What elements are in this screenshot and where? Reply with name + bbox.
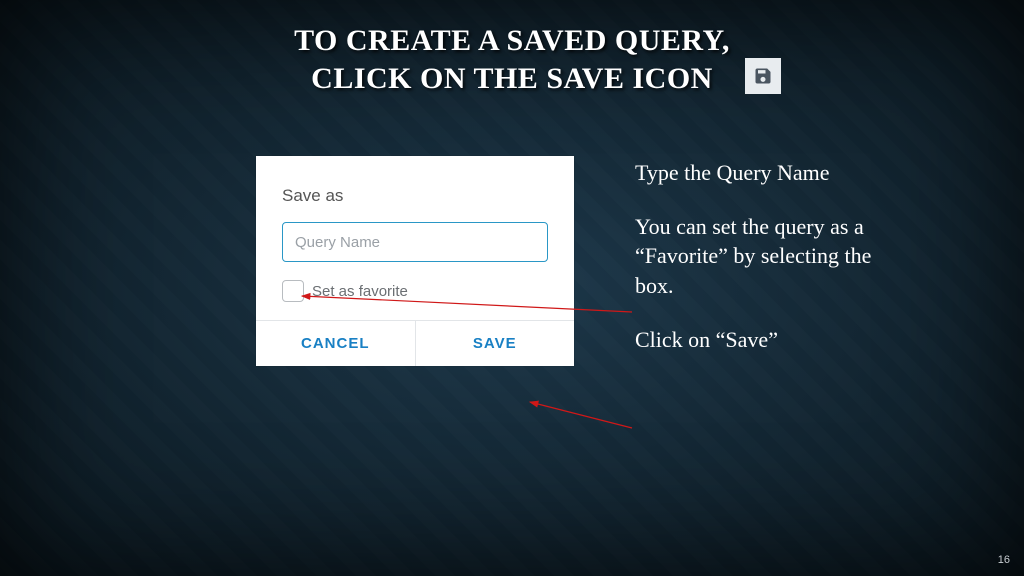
instruction-line-3: Click on “Save” xyxy=(635,325,875,355)
instruction-line-2: You can set the query as a “Favorite” by… xyxy=(635,212,875,301)
title-line-1: TO CREATE A SAVED QUERY, xyxy=(0,22,1024,60)
slide: TO CREATE A SAVED QUERY, CLICK ON THE SA… xyxy=(0,0,1024,576)
dialog-actions: CANCEL SAVE xyxy=(256,320,574,366)
instruction-text: Type the Query Name You can set the quer… xyxy=(635,158,875,378)
title-line-2: CLICK ON THE SAVE ICON xyxy=(0,60,1024,98)
page-number: 16 xyxy=(998,554,1010,566)
favorite-label: Set as favorite xyxy=(312,283,408,300)
arrow-to-save-icon xyxy=(530,402,632,428)
save-as-dialog: Save as Set as favorite CANCEL SAVE xyxy=(256,156,574,366)
favorite-row: Set as favorite xyxy=(282,280,548,302)
save-button[interactable]: SAVE xyxy=(415,321,575,366)
save-icon xyxy=(745,58,781,94)
cancel-button[interactable]: CANCEL xyxy=(256,321,415,366)
floppy-disk-icon xyxy=(753,66,773,86)
favorite-checkbox[interactable] xyxy=(282,280,304,302)
query-name-input[interactable] xyxy=(282,222,548,262)
slide-title: TO CREATE A SAVED QUERY, CLICK ON THE SA… xyxy=(0,22,1024,97)
dialog-heading: Save as xyxy=(282,186,548,206)
dialog-body: Save as Set as favorite xyxy=(256,156,574,320)
instruction-line-1: Type the Query Name xyxy=(635,158,875,188)
